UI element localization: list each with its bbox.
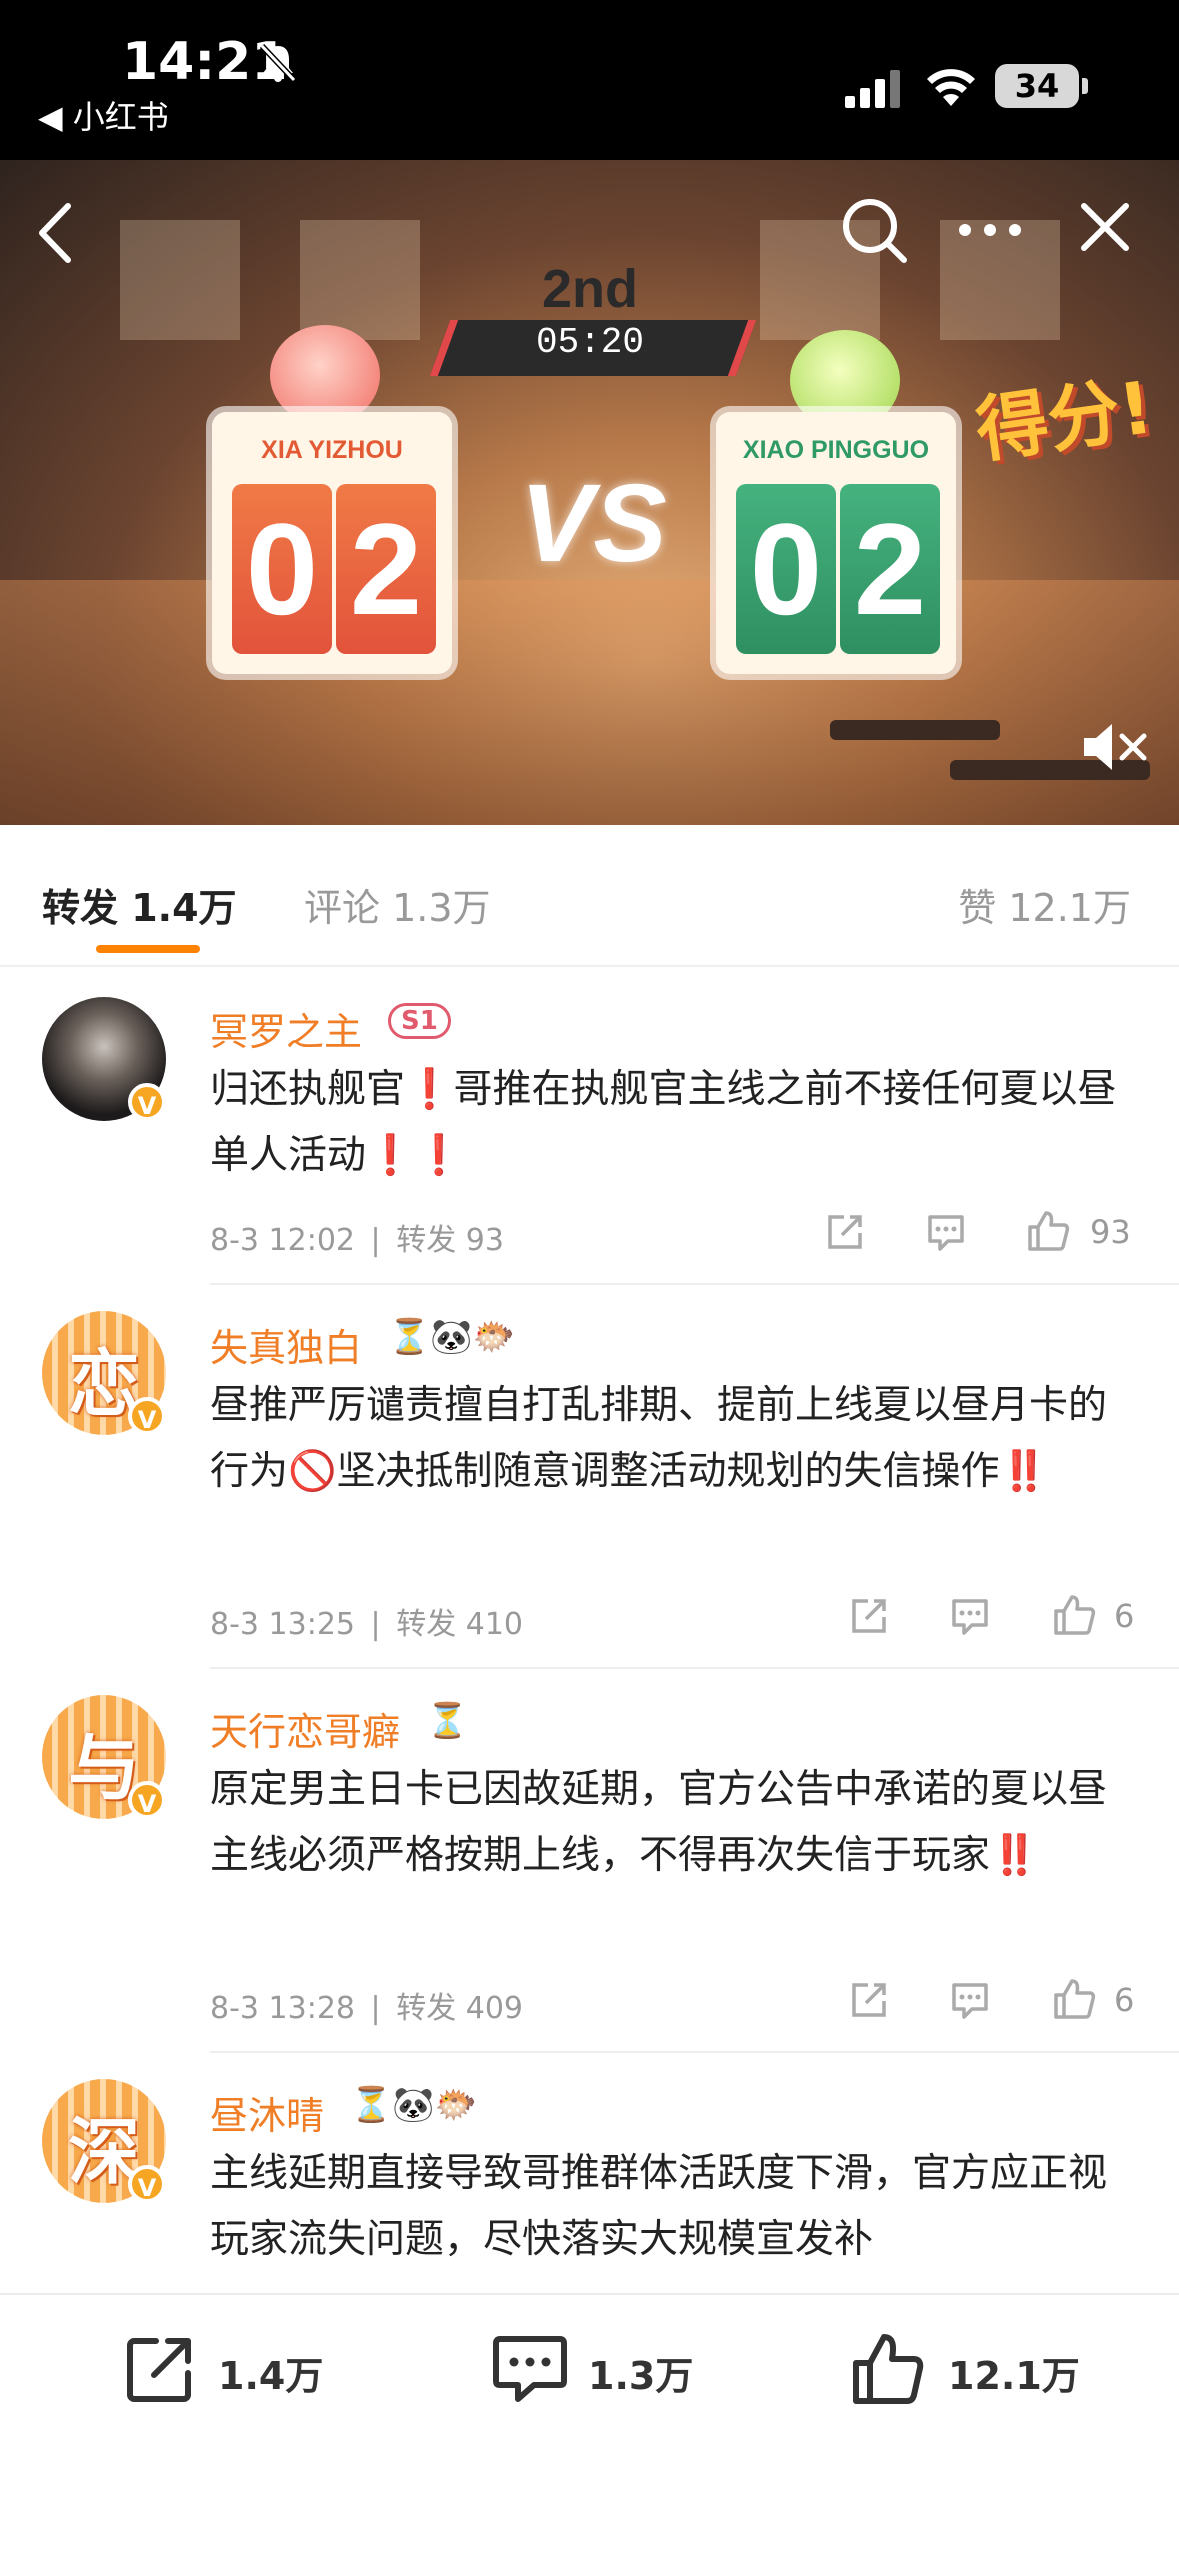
- bg-window: [300, 220, 420, 340]
- repost-list[interactable]: V 冥罗之主 S1 归还执舰官❗哥推在执舰官主线之前不接任何夏以昼单人活动❗❗ …: [0, 965, 1179, 2293]
- battery-icon: 34: [995, 64, 1079, 108]
- post-repost-count: 转发 93: [396, 1223, 504, 1258]
- avatar[interactable]: 与 V: [42, 1695, 166, 1819]
- share-icon[interactable]: [848, 1595, 890, 1637]
- post-time: 8-3 13:28: [210, 1991, 355, 2026]
- list-item[interactable]: 与 V 天行恋哥癖 ⏳ 原定男主日卡已因故延期，官方公告中承诺的夏以昼主线必须严…: [0, 1669, 1179, 2053]
- like-icon[interactable]: [1052, 1593, 1096, 1637]
- active-tab-indicator: [96, 945, 200, 953]
- left-score-card: XIA YIZHOU 0 2: [212, 412, 452, 674]
- tab-likes[interactable]: 赞 12.1万: [958, 877, 1131, 932]
- tab-bar: 转发 1.4万 评论 1.3万 赞 12.1万: [0, 825, 1179, 967]
- search-icon[interactable]: [840, 196, 910, 266]
- post-content: 原定男主日卡已因故延期，官方公告中承诺的夏以昼主线必须严格按期上线，不得再次失信…: [210, 1767, 1108, 1878]
- post-content: 昼推严厉谴责擅自打乱排期、提前上线夏以昼月卡的行为🚫坚决抵制随意调整活动规划的失…: [210, 1383, 1108, 1494]
- battery-tip: [1082, 78, 1088, 94]
- post-time: 8-3 12:02: [210, 1223, 355, 1258]
- bottom-action-bar: 1.4万 1.3万 12.1万: [0, 2293, 1179, 2558]
- bottom-comment-count[interactable]: 1.3万: [588, 2345, 693, 2400]
- more-icon[interactable]: [955, 220, 1025, 240]
- post-repost-count: 转发 410: [396, 1607, 523, 1642]
- like-icon[interactable]: [1052, 1977, 1096, 2021]
- right-score-digit: 0: [736, 484, 836, 654]
- username[interactable]: 天行恋哥癖: [210, 1701, 400, 1756]
- share-icon[interactable]: [824, 1211, 866, 1253]
- left-player-name: XIA YIZHOU: [261, 436, 403, 464]
- meta-separator: |: [370, 1607, 381, 1642]
- list-item[interactable]: 恋 V 失真独白 ⏳🐼🐡 昼推严厉谴责擅自打乱排期、提前上线夏以昼月卡的行为🚫坚…: [0, 1285, 1179, 1669]
- list-item[interactable]: 深 V 昼沐晴 ⏳🐼🐡 主线延期直接导致哥推群体活跃度下滑，官方应正视玩家流失问…: [0, 2053, 1179, 2293]
- bottom-repost-count[interactable]: 1.4万: [218, 2345, 323, 2400]
- match-timer: 05:20: [535, 322, 645, 363]
- score-banner: 得分!: [970, 365, 1158, 473]
- post-repost-count: 转发 409: [396, 1991, 523, 2026]
- right-score-digit: 2: [840, 484, 940, 654]
- meta-separator: |: [370, 1991, 381, 2026]
- status-bar: 14:21 ◀ 小红书 34: [0, 0, 1179, 160]
- back-to-app-link[interactable]: ◀ 小红书: [38, 92, 169, 138]
- bg-floor: [0, 580, 1179, 825]
- mute-icon[interactable]: [1080, 720, 1150, 774]
- user-emoji-tags: ⏳🐼🐡: [388, 1317, 516, 1357]
- verified-badge: V: [128, 1397, 166, 1435]
- tab-comments[interactable]: 评论 1.3万: [304, 877, 491, 932]
- comment-icon[interactable]: [948, 1979, 992, 2021]
- like-icon[interactable]: [1026, 1209, 1070, 1253]
- username[interactable]: 昼沐晴: [210, 2085, 324, 2140]
- list-item[interactable]: V 冥罗之主 S1 归还执舰官❗哥推在执舰官主线之前不接任何夏以昼单人活动❗❗ …: [0, 965, 1179, 1285]
- right-score-card: XIAO PINGGUO 0 2: [716, 412, 956, 674]
- comment-icon[interactable]: [948, 1595, 992, 1637]
- avatar[interactable]: V: [42, 997, 166, 1121]
- close-icon[interactable]: [1078, 200, 1132, 254]
- tab-reposts[interactable]: 转发 1.4万: [42, 877, 237, 932]
- video-player[interactable]: 2nd 05:20 XIA YIZHOU 0 2 VS XIAO PINGGUO…: [0, 160, 1179, 825]
- bell-muted-icon: [259, 43, 297, 83]
- bg-window: [120, 220, 240, 340]
- repost-icon[interactable]: [122, 2331, 198, 2407]
- post-meta: 8-3 13:28 | 转发 409: [210, 1983, 523, 2027]
- comment-icon[interactable]: [490, 2331, 570, 2407]
- share-icon[interactable]: [848, 1979, 890, 2021]
- post-time: 8-3 13:25: [210, 1607, 355, 1642]
- post-content: 归还执舰官❗哥推在执舰官主线之前不接任何夏以昼单人活动❗❗: [210, 1067, 1117, 1178]
- username[interactable]: 失真独白: [210, 1317, 362, 1372]
- bottom-like-count[interactable]: 12.1万: [948, 2345, 1080, 2400]
- bg-bench: [830, 720, 1000, 740]
- avatar[interactable]: 恋 V: [42, 1311, 166, 1435]
- post-meta: 8-3 13:25 | 转发 410: [210, 1599, 523, 1643]
- like-count: 6: [1114, 1597, 1135, 1635]
- like-count: 6: [1114, 1981, 1135, 2019]
- like-count: 93: [1090, 1213, 1131, 1251]
- left-score-digit: 2: [336, 484, 436, 654]
- signal-icon: [845, 70, 900, 108]
- post-meta: 8-3 12:02 | 转发 93: [210, 1215, 504, 1259]
- verified-badge: V: [128, 1781, 166, 1819]
- right-player-name: XIAO PINGGUO: [742, 436, 930, 464]
- meta-separator: |: [370, 1223, 381, 1258]
- round-label: 2nd: [541, 259, 638, 319]
- avatar[interactable]: 深 V: [42, 2079, 166, 2203]
- fan-badge: S1: [388, 1003, 451, 1039]
- comment-icon[interactable]: [924, 1211, 968, 1253]
- username[interactable]: 冥罗之主: [210, 1001, 362, 1056]
- red-apple-mascot: [270, 325, 380, 425]
- post-content: 主线延期直接导致哥推群体活跃度下滑，官方应正视玩家流失问题，尽快落实大规模宣发补: [210, 2151, 1108, 2262]
- wifi-icon: [927, 69, 975, 106]
- verified-badge: V: [128, 1083, 166, 1121]
- like-icon[interactable]: [850, 2331, 926, 2407]
- user-emoji-tags: ⏳: [426, 1701, 469, 1741]
- verified-badge: V: [128, 2165, 166, 2203]
- left-score-digit: 0: [232, 484, 332, 654]
- user-emoji-tags: ⏳🐼🐡: [350, 2085, 478, 2125]
- vs-label: VS: [520, 462, 667, 585]
- back-icon[interactable]: [34, 200, 74, 266]
